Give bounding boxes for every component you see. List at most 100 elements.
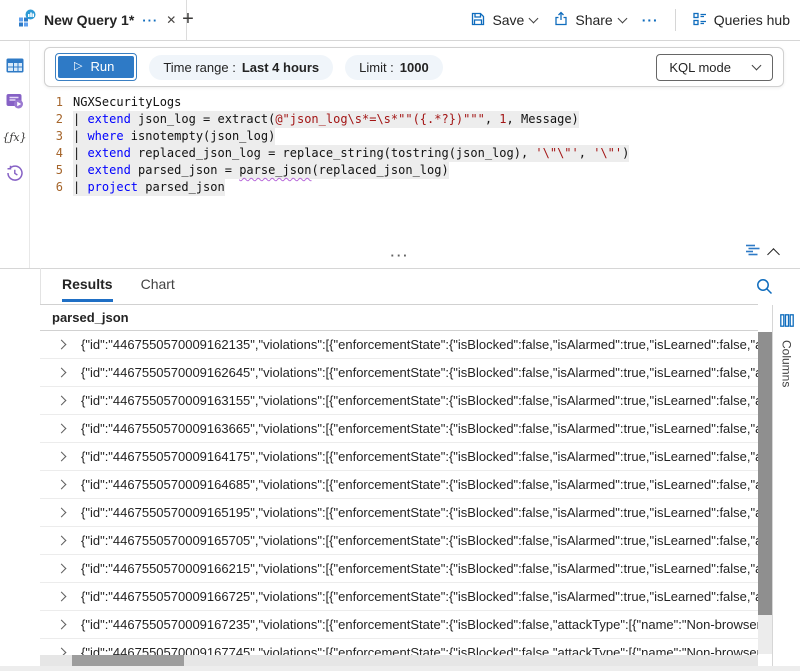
saved-queries-icon[interactable]	[4, 91, 26, 111]
row-expander-icon[interactable]	[57, 396, 67, 406]
tab-title: New Query 1*	[44, 12, 134, 28]
table-row[interactable]: {"id":"4467550570009165705","violations"…	[40, 527, 758, 555]
chevron-down-icon	[529, 14, 539, 24]
row-expander-icon[interactable]	[57, 368, 67, 378]
tab-chart[interactable]: Chart	[141, 276, 175, 302]
row-json-text: {"id":"4467550570009163665","violations"…	[81, 421, 758, 436]
panel-splitter-handle[interactable]: ···	[0, 251, 800, 261]
left-icon-rail: {ƒx}	[0, 41, 30, 268]
table-row[interactable]: {"id":"4467550570009165195","violations"…	[40, 499, 758, 527]
tab-bar: New Query 1* ··· ✕ + Save	[0, 0, 800, 41]
row-expander-icon[interactable]	[57, 340, 67, 350]
editor-lines: 1NGXSecurityLogs2| extend json_log = ext…	[31, 94, 800, 196]
history-icon[interactable]	[4, 163, 26, 183]
run-label: Run	[90, 59, 114, 74]
limit-picker[interactable]: Limit : 1000	[345, 55, 443, 80]
row-expander-icon[interactable]	[57, 508, 67, 518]
line-number: 5	[31, 162, 73, 179]
row-json-text: {"id":"4467550570009165705","violations"…	[81, 533, 758, 548]
row-json-text: {"id":"4467550570009162135","violations"…	[81, 337, 758, 352]
chevron-down-icon	[752, 61, 762, 71]
line-number: 2	[31, 111, 73, 128]
query-editor[interactable]: 1NGXSecurityLogs2| extend json_log = ext…	[31, 94, 800, 240]
code-line[interactable]: 4| extend replaced_json_log = replace_st…	[31, 145, 800, 162]
time-range-label: Time range :	[163, 60, 236, 75]
more-actions-button[interactable]: ···	[642, 12, 659, 28]
share-label: Share	[575, 12, 612, 28]
code-line[interactable]: 2| extend json_log = extract(@"json_log\…	[31, 111, 800, 128]
table-row[interactable]: {"id":"4467550570009164685","violations"…	[40, 471, 758, 499]
row-json-text: {"id":"4467550570009166215","violations"…	[81, 561, 758, 576]
code-line[interactable]: 5| extend parsed_json = parse_json(repla…	[31, 162, 800, 179]
table-row[interactable]: {"id":"4467550570009162135","violations"…	[40, 331, 758, 359]
search-results-button[interactable]	[755, 277, 774, 301]
line-number: 1	[31, 94, 73, 111]
code-text: | where isnotempty(json_log)	[73, 128, 275, 145]
line-number: 6	[31, 179, 73, 196]
row-expander-icon[interactable]	[57, 592, 67, 602]
table-row[interactable]: {"id":"4467550570009163155","violations"…	[40, 387, 758, 415]
row-expander-icon[interactable]	[57, 564, 67, 574]
row-json-text: {"id":"4467550570009167235","violations"…	[81, 617, 758, 632]
play-icon: ▷	[74, 61, 82, 72]
save-label: Save	[492, 12, 524, 28]
functions-icon[interactable]: {ƒx}	[4, 127, 26, 147]
row-expander-icon[interactable]	[57, 452, 67, 462]
share-button[interactable]: Share	[553, 11, 625, 30]
horizontal-scrollbar-thumb[interactable]	[72, 655, 184, 666]
horizontal-scrollbar[interactable]	[40, 655, 758, 666]
table-row[interactable]: {"id":"4467550570009166215","violations"…	[40, 555, 758, 583]
table-row[interactable]: {"id":"4467550570009166725","violations"…	[40, 583, 758, 611]
tab-more-icon[interactable]: ···	[142, 13, 158, 28]
query-toolbar: ▷ Run Time range : Last 4 hours Limit : …	[44, 47, 784, 87]
row-expander-icon[interactable]	[57, 424, 67, 434]
tab-close-icon[interactable]: ✕	[166, 13, 176, 27]
vertical-scrollbar-thumb[interactable]	[758, 332, 772, 615]
queries-hub-button[interactable]: Queries hub	[692, 11, 790, 30]
connections-table-icon[interactable]	[4, 55, 26, 75]
divider	[675, 9, 676, 31]
table-row[interactable]: {"id":"4467550570009163665","violations"…	[40, 415, 758, 443]
row-json-text: {"id":"4467550570009163155","violations"…	[81, 393, 758, 408]
column-header-parsed-json[interactable]: parsed_json	[40, 310, 129, 325]
row-expander-icon[interactable]	[57, 620, 67, 630]
limit-value: 1000	[400, 60, 429, 75]
vertical-scrollbar[interactable]	[758, 332, 772, 654]
line-number: 3	[31, 128, 73, 145]
tab-results[interactable]: Results	[62, 276, 113, 302]
results-header-row[interactable]: parsed_json	[40, 304, 758, 331]
time-range-picker[interactable]: Time range : Last 4 hours	[149, 55, 333, 80]
row-json-text: {"id":"4467550570009165195","violations"…	[81, 505, 758, 520]
code-line[interactable]: 6| project parsed_json	[31, 179, 800, 196]
new-tab-button[interactable]: +	[176, 7, 200, 31]
table-row[interactable]: {"id":"4467550570009164175","violations"…	[40, 443, 758, 471]
results-tabs: Results Chart	[62, 276, 175, 302]
row-expander-icon[interactable]	[57, 536, 67, 546]
adx-query-icon	[18, 9, 36, 32]
results-panel-top-border	[0, 268, 800, 269]
queries-hub-label: Queries hub	[714, 12, 790, 28]
time-range-value: Last 4 hours	[242, 60, 319, 75]
code-line[interactable]: 1NGXSecurityLogs	[31, 94, 800, 111]
code-text: | extend parsed_json = parse_json(replac…	[73, 162, 449, 179]
results-rows: {"id":"4467550570009162135","violations"…	[40, 331, 758, 667]
columns-panel-label: Columns	[780, 340, 794, 387]
chevron-down-icon	[617, 14, 627, 24]
columns-icon	[780, 314, 794, 332]
code-text: | extend json_log = extract(@"json_log\s…	[73, 111, 579, 128]
table-row[interactable]: {"id":"4467550570009162645","violations"…	[40, 359, 758, 387]
window-bottom-edge	[0, 666, 800, 671]
table-row[interactable]: {"id":"4467550570009167235","violations"…	[40, 611, 758, 639]
save-button[interactable]: Save	[470, 11, 537, 30]
code-text: | project parsed_json	[73, 179, 225, 196]
run-button[interactable]: ▷ Run	[55, 53, 137, 81]
save-icon	[470, 11, 486, 30]
code-text: | extend replaced_json_log = replace_str…	[73, 145, 629, 162]
row-json-text: {"id":"4467550570009166725","violations"…	[81, 589, 758, 604]
kql-mode-value: KQL mode	[669, 60, 731, 75]
row-expander-icon[interactable]	[57, 480, 67, 490]
kql-mode-select[interactable]: KQL mode	[656, 54, 773, 81]
code-line[interactable]: 3| where isnotempty(json_log)	[31, 128, 800, 145]
columns-side-panel[interactable]: Columns	[772, 305, 800, 671]
query-tab[interactable]: New Query 1* ··· ✕	[8, 0, 187, 40]
